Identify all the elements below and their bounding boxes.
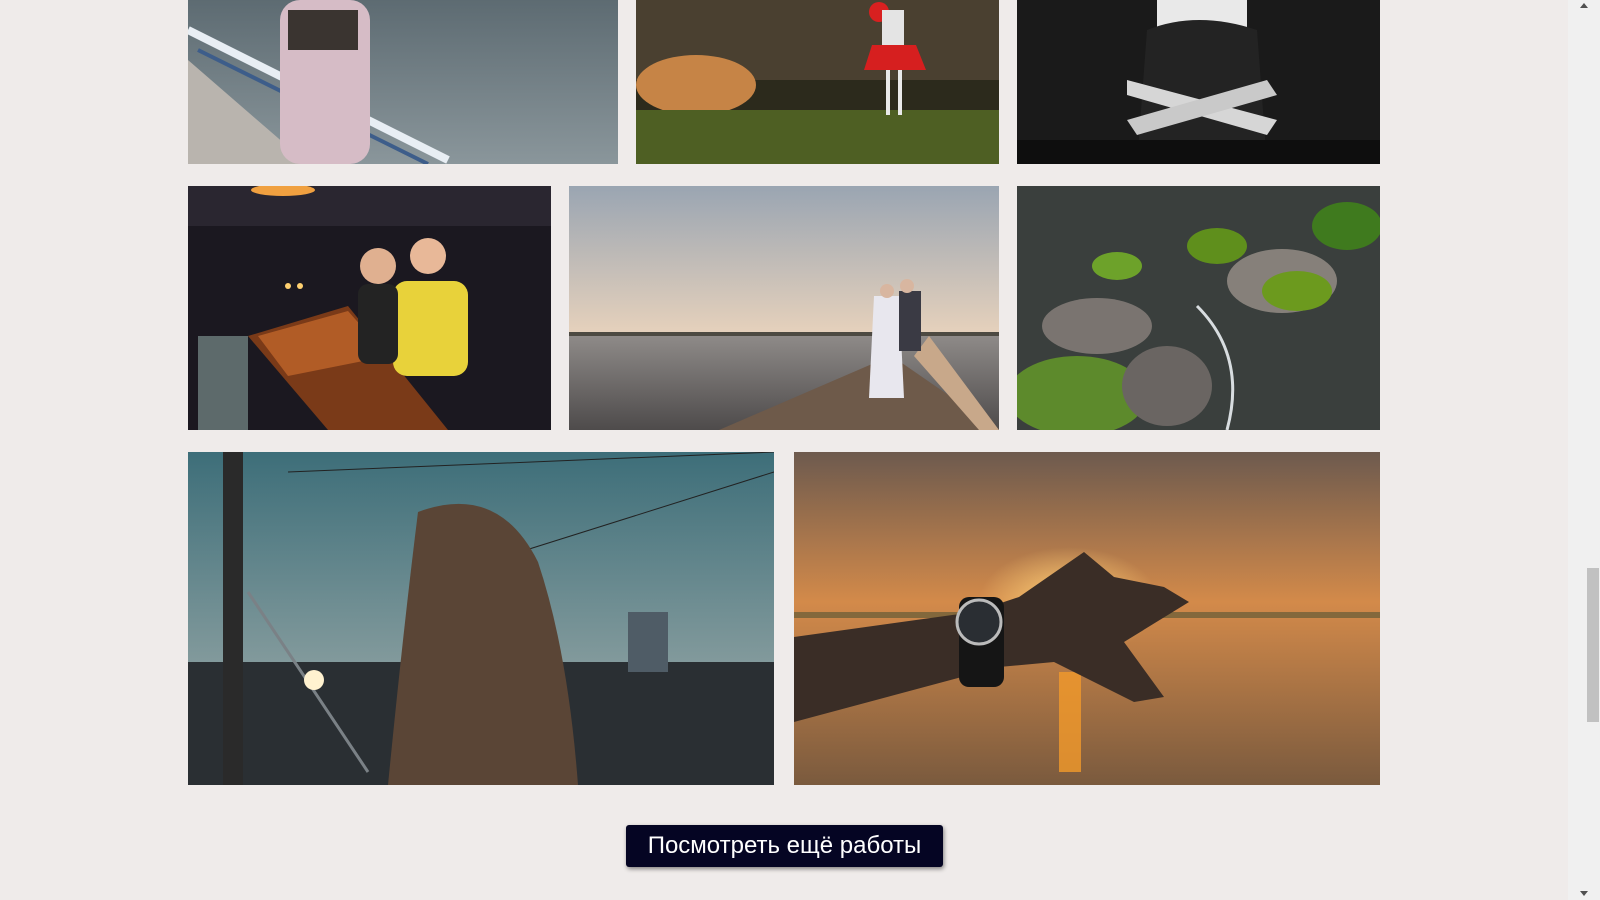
- photo-image: [1017, 186, 1380, 430]
- gallery-photo-bar[interactable]: [188, 186, 551, 430]
- photo-image: [636, 0, 999, 164]
- photo-image: [794, 452, 1380, 785]
- gallery-photo-woman-coat[interactable]: [188, 0, 618, 164]
- scroll-up-icon[interactable]: [1580, 3, 1588, 8]
- photo-image: [188, 452, 774, 785]
- gallery-photo-clown[interactable]: [636, 0, 999, 164]
- view-more-works-button[interactable]: Посмотреть ещё работы: [626, 825, 943, 867]
- page-scrollbar[interactable]: [1568, 0, 1600, 900]
- photo-image: [569, 186, 999, 430]
- gallery-photo-street-dusk[interactable]: [188, 452, 774, 785]
- gallery-photo-watch-sunset[interactable]: [794, 452, 1380, 785]
- gallery-photo-moss[interactable]: [1017, 186, 1380, 430]
- photo-image: [1017, 0, 1380, 164]
- gallery-photo-wedding[interactable]: [569, 186, 999, 430]
- gallery-photo-bw-woman[interactable]: [1017, 0, 1380, 164]
- photo-image: [188, 186, 551, 430]
- scroll-down-icon[interactable]: [1580, 891, 1588, 896]
- scroll-thumb[interactable]: [1587, 568, 1599, 722]
- photo-image: [188, 0, 618, 164]
